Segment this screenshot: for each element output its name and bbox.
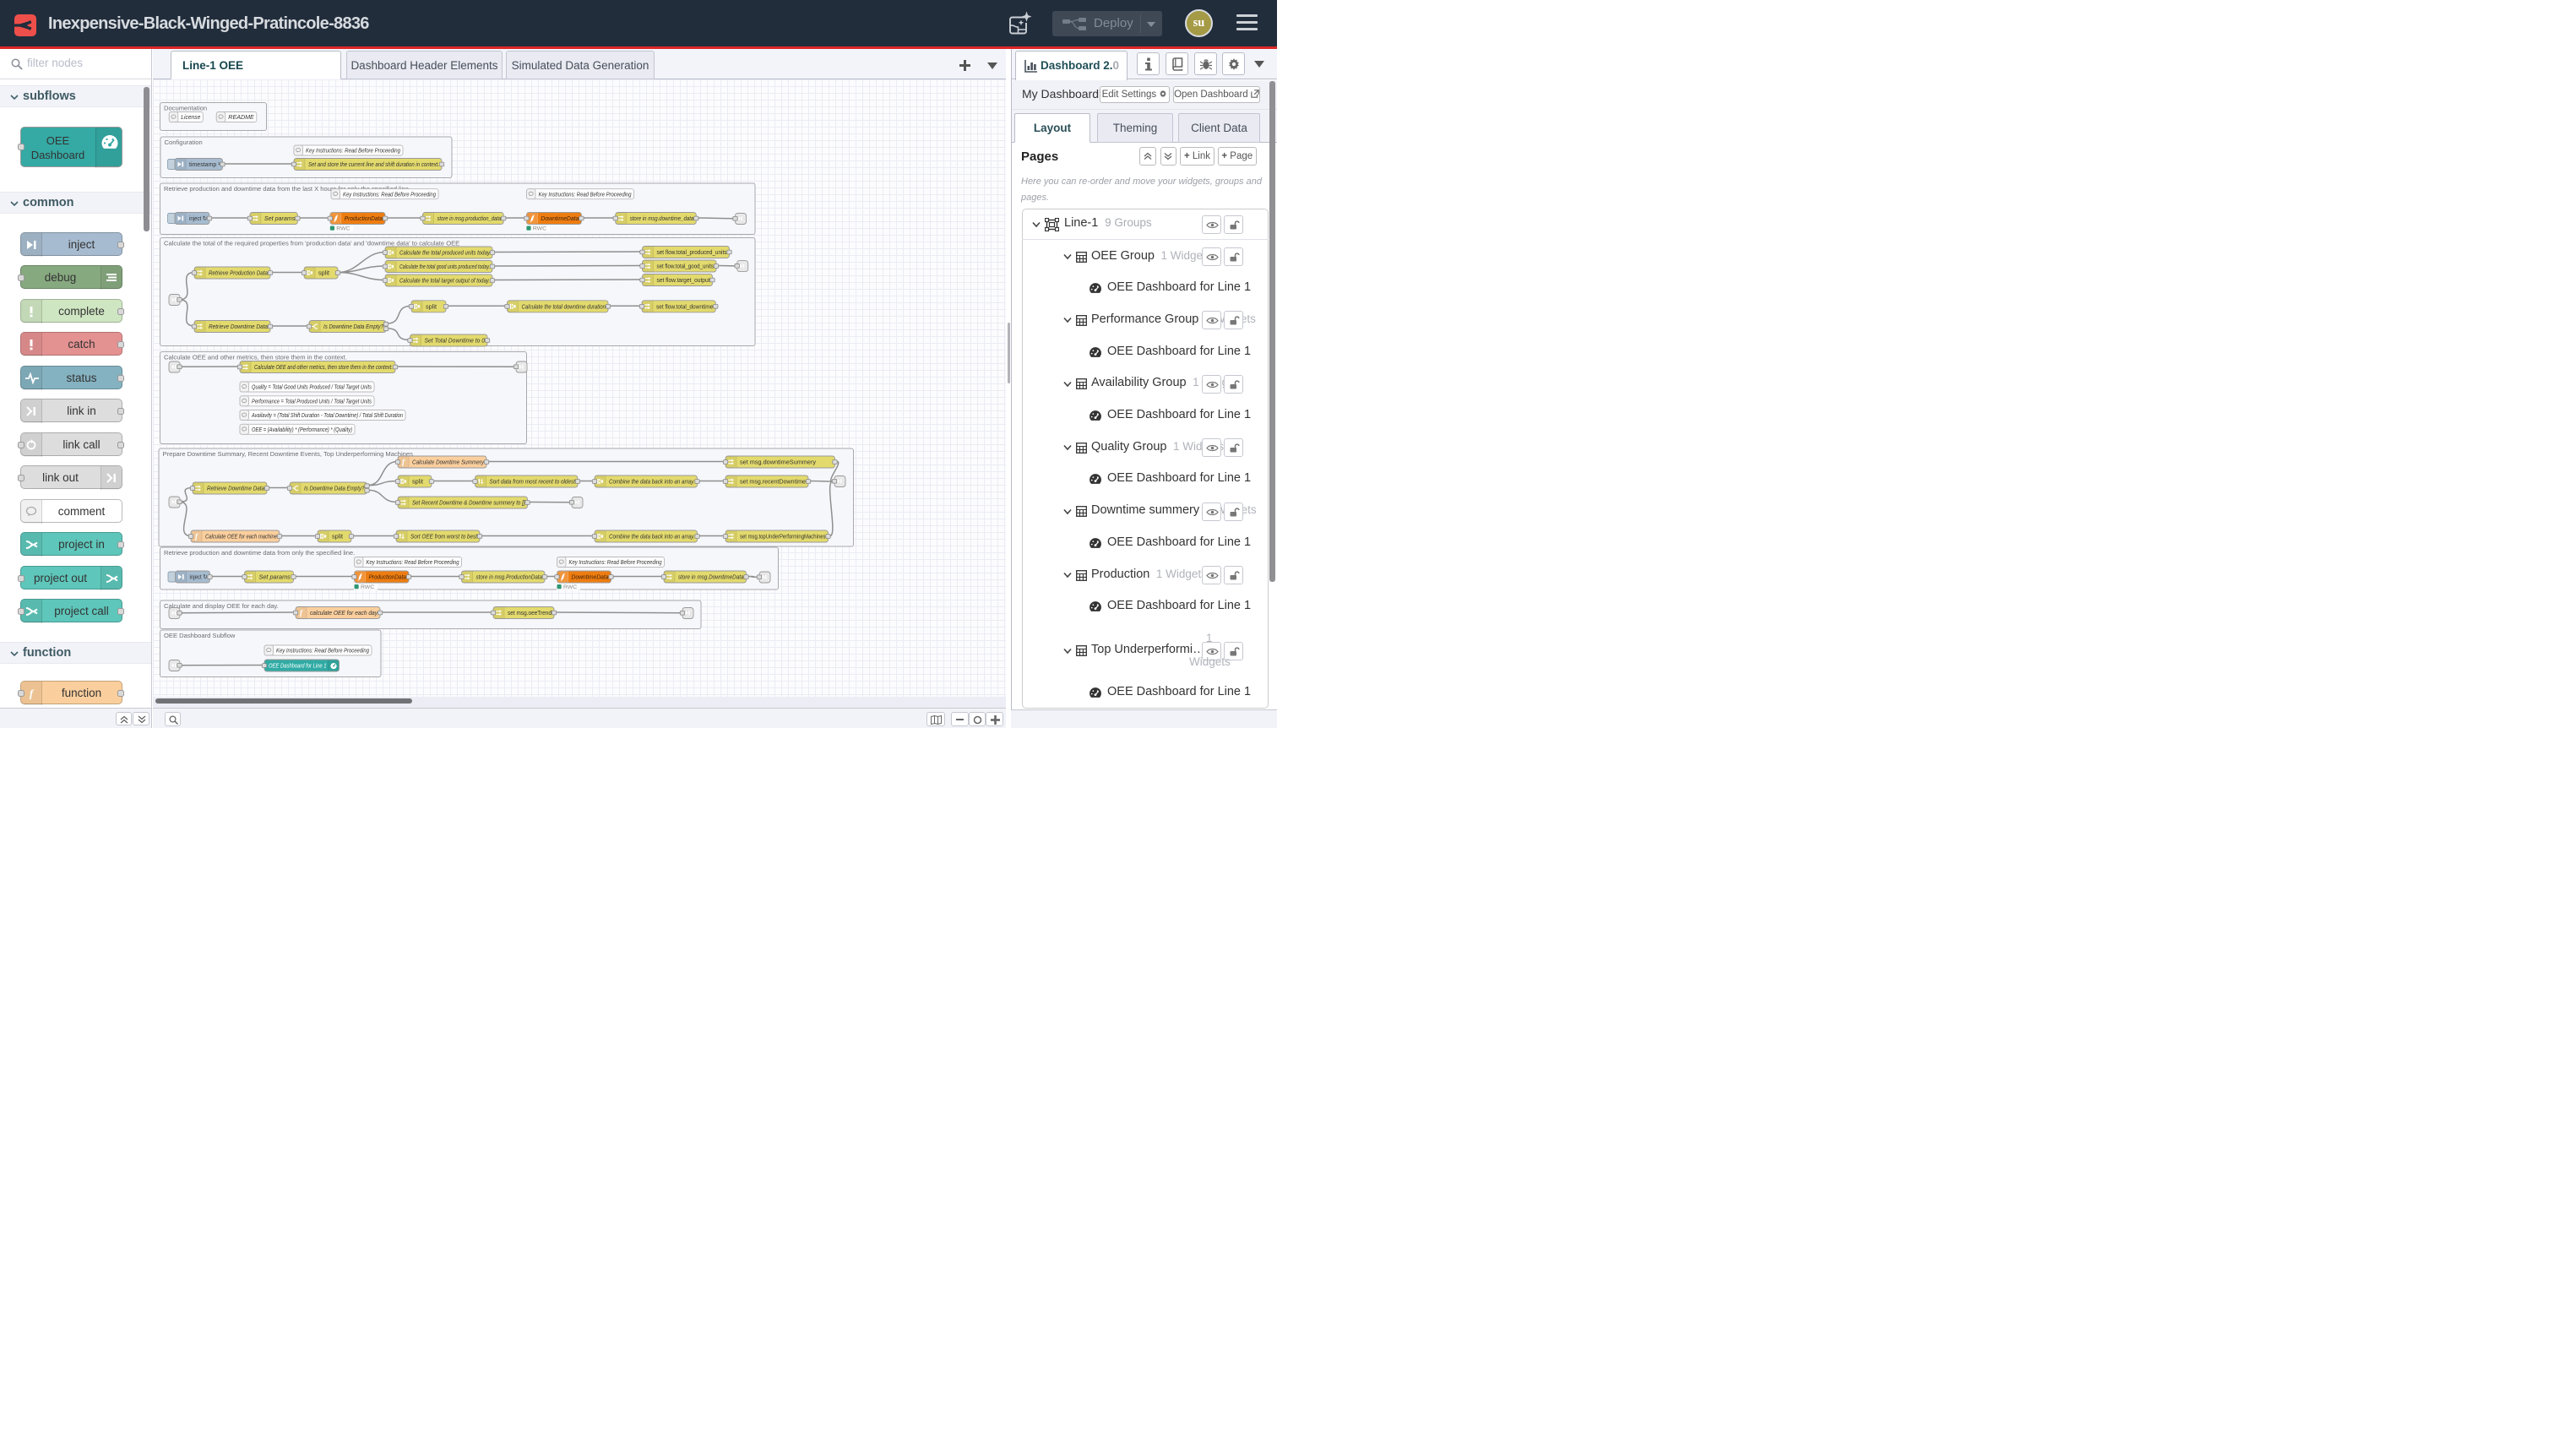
svg-text:store in msg.ProductionData: store in msg.ProductionData [476, 573, 543, 581]
svg-text:RWC: RWC [533, 225, 546, 231]
svg-text:split: split [412, 478, 423, 486]
svg-text:Prepare Downtime Summary, Rece: Prepare Downtime Summary, Recent Downtim… [163, 450, 414, 458]
svg-text:set msg.topUnderPerformingMach: set msg.topUnderPerformingMachines [740, 533, 826, 541]
svg-text:Calculate the total of the req: Calculate the total of the required prop… [164, 240, 459, 247]
svg-text:Quality = Total Good Units Pro: Quality = Total Good Units Produced / To… [252, 383, 372, 391]
svg-text:set msg.downtimeSummery: set msg.downtimeSummery [740, 459, 816, 466]
svg-text:Is Downtime Data Empty?: Is Downtime Data Empty? [323, 323, 384, 330]
svg-text:ProductionData: ProductionData [345, 215, 383, 222]
svg-text:Calculate the total downtime d: Calculate the total downtime duration [522, 303, 606, 311]
svg-text:OEE Dashboard for Line 1: OEE Dashboard for Line 1 [269, 662, 327, 670]
svg-text:Set Total Downtime to 0: Set Total Downtime to 0 [425, 337, 486, 345]
svg-text:Calculate the total target out: Calculate the total target output of tod… [399, 277, 490, 285]
svg-text:ProductionData: ProductionData [369, 573, 407, 581]
svg-text:Sort OEE from worst to best: Sort OEE from worst to best [410, 533, 478, 541]
svg-text:set msg.recentDowntime: set msg.recentDowntime [740, 478, 806, 486]
svg-text:split: split [318, 269, 329, 277]
svg-text:Configuration: Configuration [165, 139, 203, 146]
svg-text:Calculate OEE for each machine: Calculate OEE for each machine [205, 533, 277, 541]
svg-text:set flow.total_produced_units: set flow.total_produced_units [657, 248, 727, 256]
svg-text:set flow.total_downtime: set flow.total_downtime [656, 303, 713, 311]
svg-text:timestamp ¹: timestamp ¹ [189, 160, 220, 168]
svg-text:set flow.target_output: set flow.target_output [657, 276, 710, 284]
svg-text:Set params: Set params [259, 573, 291, 581]
svg-text:Key Instructions: Read Before: Key Instructions: Read Before Proceeding [343, 190, 436, 198]
svg-text:Calculate OEE and other metric: Calculate OEE and other metrics, then st… [254, 363, 393, 371]
svg-text:split: split [332, 533, 343, 541]
svg-text:Documentation: Documentation [164, 105, 207, 112]
svg-text:store in msg.DowntimeData: store in msg.DowntimeData [678, 573, 744, 581]
svg-text:RWC: RWC [336, 225, 350, 231]
svg-text:Set Recent Downtime & Downtime: Set Recent Downtime & Downtime summery t… [412, 499, 525, 507]
svg-text:store in msg.production_data: store in msg.production_data [437, 215, 502, 222]
svg-text:Calculate the total good units: Calculate the total good units produced … [399, 263, 490, 270]
svg-text:Key Instructions: Read Before: Key Instructions: Read Before Proceeding [306, 147, 400, 155]
svg-text:Calculate OEE and other metric: Calculate OEE and other metrics, then st… [164, 354, 347, 361]
svg-text:Set and store the current line: Set and store the current line and shift… [308, 160, 439, 168]
svg-text:Is Downtime Data Empty?: Is Downtime Data Empty? [304, 485, 365, 492]
svg-text:DowntimeData: DowntimeData [541, 215, 579, 222]
svg-text:DowntimeData: DowntimeData [572, 573, 609, 581]
svg-text:store in msg.downtime_data: store in msg.downtime_data [630, 215, 694, 222]
svg-text:Key Instructions: Read Before: Key Instructions: Read Before Proceeding [569, 558, 662, 566]
svg-text:Performance = Total Produced U: Performance = Total Produced Units / Tot… [252, 397, 372, 405]
svg-text:Key Instructions: Read Before: Key Instructions: Read Before Proceeding [539, 190, 632, 198]
svg-text:inject ↻: inject ↻ [190, 573, 208, 581]
svg-text:Combine the data back into an: Combine the data back into an array. [609, 478, 695, 486]
svg-text:OEE Dashboard Subflow: OEE Dashboard Subflow [164, 632, 236, 639]
svg-text:Sort data from most recent to: Sort data from most recent to oldest [490, 478, 576, 486]
svg-text:split: split [426, 303, 437, 311]
svg-text:Retrieve Downtime Data: Retrieve Downtime Data [207, 485, 264, 492]
svg-text:set msg.oeeTrend: set msg.oeeTrend [508, 609, 552, 617]
svg-text:Key Instructions: Read Before: Key Instructions: Read Before Proceeding [276, 647, 369, 655]
svg-text:calculate OEE for each day: calculate OEE for each day [310, 609, 378, 617]
svg-text:RWC: RWC [361, 584, 374, 590]
svg-text:Retrieve production and downti: Retrieve production and downtime data fr… [164, 549, 355, 557]
svg-text:License: License [181, 113, 200, 121]
svg-text:f: f [29, 687, 34, 699]
svg-text:inject ↻: inject ↻ [189, 215, 207, 222]
svg-text:Set params: Set params [264, 215, 296, 222]
svg-text:OEE = (Availability) * (Perfor: OEE = (Availability) * (Performance) * (… [252, 426, 352, 433]
svg-text:Calculate and display OEE for: Calculate and display OEE for each day. [164, 602, 279, 610]
svg-text:Retrieve Production Data: Retrieve Production Data [209, 269, 268, 277]
svg-text:Retrieve Downtime Data: Retrieve Downtime Data [209, 323, 268, 330]
svg-text:RWC: RWC [563, 584, 577, 590]
svg-text:Key Instructions: Read Before: Key Instructions: Read Before Proceeding [367, 558, 459, 566]
svg-text:Calculate Downtime Summery: Calculate Downtime Summery [412, 459, 485, 466]
svg-text:README: README [228, 113, 254, 121]
svg-text:Combine the data back into an: Combine the data back into an array. [609, 533, 695, 541]
svg-text:Calculate the total produced u: Calculate the total produced units today [399, 249, 491, 257]
svg-text:Availavity = (Total Shift Dura: Availavity = (Total Shift Duration - Tot… [251, 411, 403, 419]
svg-text:set flow.total_good_units: set flow.total_good_units [657, 263, 715, 270]
